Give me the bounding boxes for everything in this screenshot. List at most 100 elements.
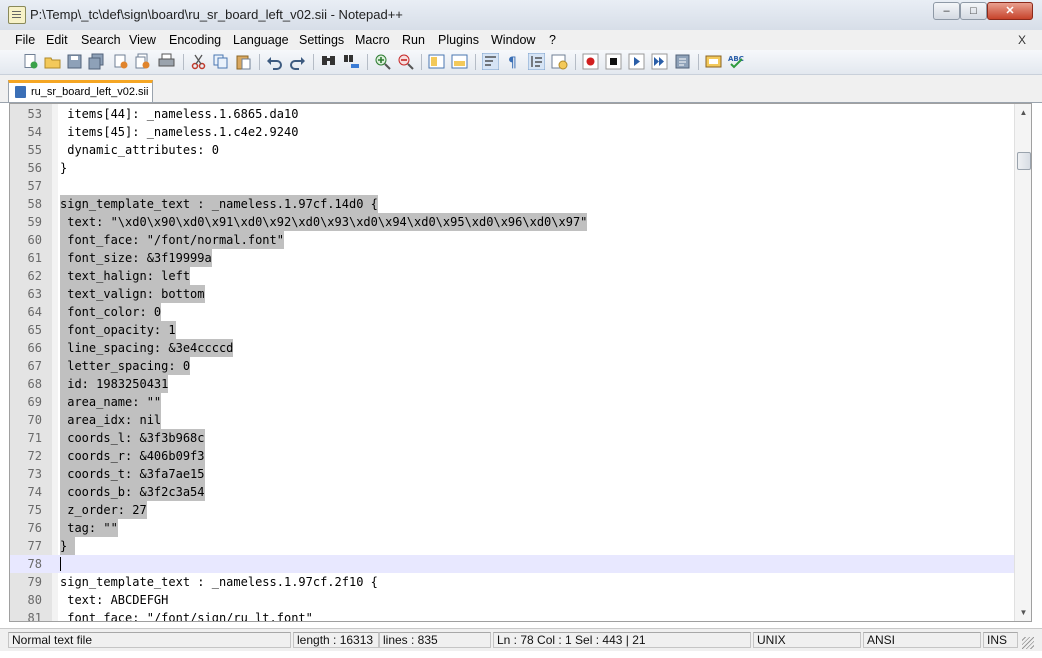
code-line[interactable]: 62 text_halign: left	[10, 267, 1014, 285]
show-all-characters-icon[interactable]: ¶	[505, 53, 522, 70]
code-line[interactable]: 78	[10, 555, 1014, 573]
code-line[interactable]: 60 font_face: "/font/normal.font"	[10, 231, 1014, 249]
line-text[interactable]: text: "\xd0\x90\xd0\x91\xd0\x92\xd0\x93\…	[60, 213, 588, 231]
line-text[interactable]: font_size: &3f19999a	[60, 249, 212, 267]
menu-settings[interactable]: Settings	[299, 33, 344, 47]
line-text[interactable]: area_name: ""	[60, 393, 162, 411]
code-line[interactable]: 74 coords_b: &3f2c3a54	[10, 483, 1014, 501]
code-line[interactable]: 79 sign_template_text : _nameless.1.97cf.…	[10, 573, 1014, 591]
save-icon[interactable]	[66, 53, 83, 70]
menu-help[interactable]: ?	[549, 33, 556, 47]
line-text[interactable]: id: 1983250431	[60, 375, 169, 393]
code-line[interactable]: 65 font_opacity: 1	[10, 321, 1014, 339]
close-file-icon[interactable]	[112, 53, 129, 70]
indent-guide-icon[interactable]	[528, 53, 545, 70]
code-line[interactable]: 69 area_name: ""	[10, 393, 1014, 411]
menu-search[interactable]: Search	[81, 33, 121, 47]
redo-icon[interactable]	[289, 53, 306, 70]
stop-recording-icon[interactable]	[605, 53, 622, 70]
line-text[interactable]: font_face: "/font/sign/ru_lt.font"	[60, 609, 313, 621]
line-text[interactable]: letter_spacing: 0	[60, 357, 191, 375]
close-all-icon[interactable]	[134, 53, 151, 70]
code-line[interactable]: 63 text_valign: bottom	[10, 285, 1014, 303]
find-icon[interactable]	[320, 53, 337, 70]
line-text[interactable]: line_spacing: &3e4ccccd	[60, 339, 234, 357]
line-text[interactable]: }	[60, 537, 76, 555]
code-line[interactable]: 58 sign_template_text : _nameless.1.97cf.…	[10, 195, 1014, 213]
undo-icon[interactable]	[266, 53, 283, 70]
new-file-icon[interactable]	[22, 53, 39, 70]
code-line[interactable]: 56}	[10, 159, 1014, 177]
scroll-up-arrow-icon[interactable]: ▲	[1015, 104, 1031, 121]
copy-icon[interactable]	[212, 53, 229, 70]
line-text[interactable]: font_face: "/font/normal.font"	[60, 231, 284, 249]
sync-vertical-scroll-icon[interactable]	[428, 53, 445, 70]
code-line[interactable]: 61 font_size: &3f19999a	[10, 249, 1014, 267]
code-line[interactable]: 77}	[10, 537, 1014, 555]
code-line[interactable]: 80 text: ABCDEFGH	[10, 591, 1014, 609]
code-line[interactable]: 64 font_color: 0	[10, 303, 1014, 321]
code-line[interactable]: 66 line_spacing: &3e4ccccd	[10, 339, 1014, 357]
document-map-icon[interactable]	[705, 53, 722, 70]
maximize-button[interactable]: □	[960, 2, 987, 20]
line-text[interactable]: font_color: 0	[60, 303, 162, 321]
line-text[interactable]: coords_t: &3fa7ae15	[60, 465, 205, 483]
menu-encoding[interactable]: Encoding	[169, 33, 221, 47]
line-text[interactable]: }	[60, 159, 67, 177]
code-line[interactable]: 75 z_order: 27	[10, 501, 1014, 519]
menu-macro[interactable]: Macro	[355, 33, 390, 47]
spell-check-icon[interactable]: ABC	[728, 53, 745, 70]
record-macro-icon[interactable]	[582, 53, 599, 70]
line-text[interactable]: sign_template_text : _nameless.1.97cf.2f…	[60, 573, 378, 591]
line-text[interactable]: dynamic_attributes: 0	[60, 141, 219, 159]
user-defined-language-icon[interactable]	[551, 53, 568, 70]
code-line[interactable]: 53 items[44]: _nameless.1.6865.da10	[10, 105, 1014, 123]
close-document-button[interactable]: X	[1018, 33, 1026, 47]
line-text[interactable]: coords_l: &3f3b968c	[60, 429, 205, 447]
notepad-app-icon[interactable]	[8, 6, 26, 24]
line-text[interactable]: tag: ""	[60, 519, 118, 537]
code-line[interactable]: 81 font_face: "/font/sign/ru_lt.font"	[10, 609, 1014, 621]
menu-window[interactable]: Window	[491, 33, 535, 47]
menu-run[interactable]: Run	[402, 33, 425, 47]
resize-grip-icon[interactable]	[1022, 637, 1034, 649]
code-line[interactable]: 54 items[45]: _nameless.1.c4e2.9240	[10, 123, 1014, 141]
line-text[interactable]: items[44]: _nameless.1.6865.da10	[60, 105, 298, 123]
scroll-down-arrow-icon[interactable]: ▼	[1015, 604, 1031, 621]
cut-icon[interactable]	[190, 53, 207, 70]
menu-file[interactable]: File	[15, 33, 35, 47]
line-text[interactable]: text_halign: left	[60, 267, 191, 285]
code-line[interactable]: 55 dynamic_attributes: 0	[10, 141, 1014, 159]
menu-plugins[interactable]: Plugins	[438, 33, 479, 47]
save-all-icon[interactable]	[88, 53, 105, 70]
replace-icon[interactable]	[343, 53, 360, 70]
code-line[interactable]: 59 text: "\xd0\x90\xd0\x91\xd0\x92\xd0\x…	[10, 213, 1014, 231]
print-icon[interactable]	[158, 53, 175, 70]
minimize-button[interactable]: –	[933, 2, 960, 20]
open-file-icon[interactable]	[44, 53, 61, 70]
save-macro-icon[interactable]	[674, 53, 691, 70]
tab-ru-sr-board-left[interactable]: ru_sr_board_left_v02.sii	[8, 80, 153, 102]
line-text[interactable]: sign_template_text : _nameless.1.97cf.14…	[60, 195, 378, 213]
sync-horizontal-scroll-icon[interactable]	[451, 53, 468, 70]
code-line[interactable]: 67 letter_spacing: 0	[10, 357, 1014, 375]
line-text[interactable]: text_valign: bottom	[60, 285, 205, 303]
play-macro-icon[interactable]	[628, 53, 645, 70]
line-text[interactable]: font_opacity: 1	[60, 321, 176, 339]
editor-lines[interactable]: 53 items[44]: _nameless.1.6865.da10 54 it…	[10, 105, 1014, 621]
code-line[interactable]: 72 coords_r: &406b09f3	[10, 447, 1014, 465]
zoom-out-icon[interactable]	[397, 53, 414, 70]
close-button[interactable]: ✕	[987, 2, 1033, 20]
code-line[interactable]: 76 tag: ""	[10, 519, 1014, 537]
line-text[interactable]: z_order: 27	[60, 501, 147, 519]
menu-edit[interactable]: Edit	[46, 33, 68, 47]
code-line[interactable]: 68 id: 1983250431	[10, 375, 1014, 393]
line-text[interactable]: text: ABCDEFGH	[60, 591, 168, 609]
text-editor[interactable]: 53 items[44]: _nameless.1.6865.da10 54 it…	[9, 103, 1032, 622]
zoom-in-icon[interactable]	[374, 53, 391, 70]
run-macro-multiple-icon[interactable]	[651, 53, 668, 70]
code-line[interactable]: 57	[10, 177, 1014, 195]
code-line[interactable]: 70 area_idx: nil	[10, 411, 1014, 429]
line-text[interactable]: coords_b: &3f2c3a54	[60, 483, 205, 501]
vertical-scrollbar[interactable]: ▲ ▼	[1014, 104, 1031, 621]
